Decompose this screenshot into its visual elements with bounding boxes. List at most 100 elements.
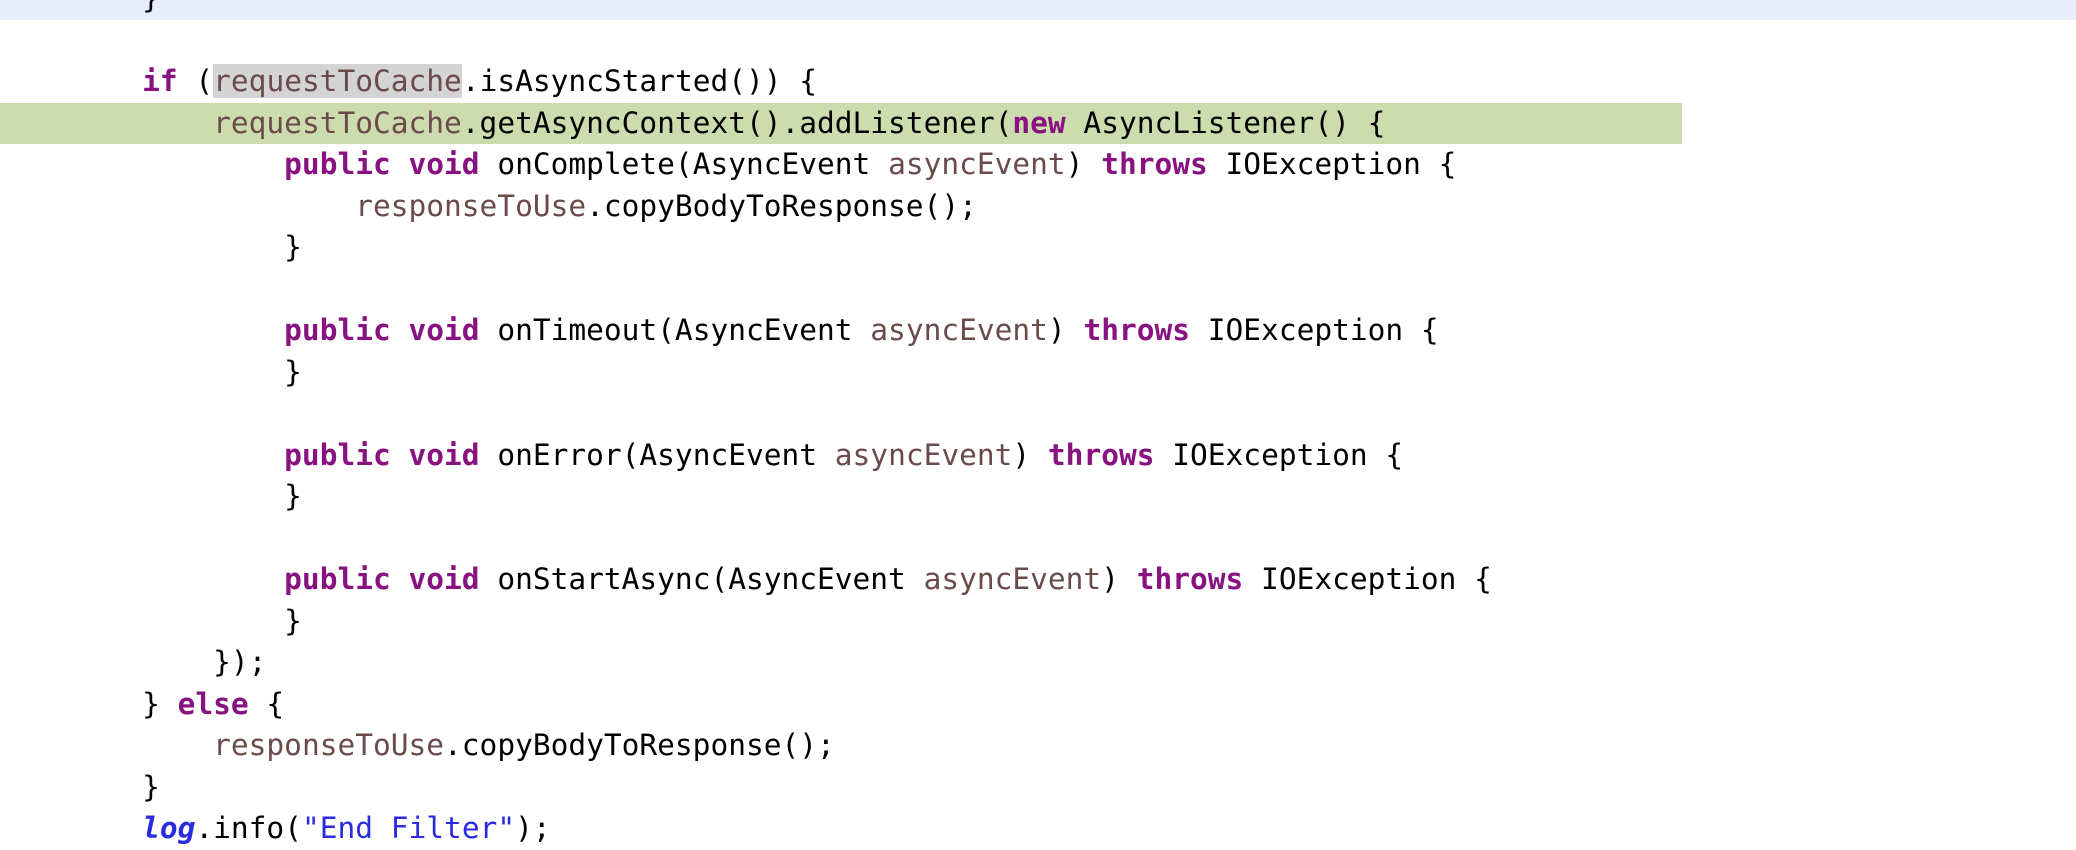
code-line-content: public void onError(AsyncEvent asyncEven…: [0, 438, 1403, 472]
code-token-identifier: asyncEvent: [888, 147, 1066, 181]
code-token-plain: }: [142, 0, 160, 15]
code-token-keyword: throws: [1101, 147, 1208, 181]
code-token-keyword: public: [284, 437, 391, 472]
code-token-plain: }: [284, 354, 302, 389]
code-line[interactable]: public void onError(AsyncEvent asyncEven…: [0, 435, 2076, 477]
code-line[interactable]: } else {: [0, 684, 2076, 726]
code-line-content: }: [0, 604, 302, 638]
code-token-keyword: throws: [1047, 437, 1155, 472]
code-token-plain: .copyBodyToResponse();: [444, 728, 835, 762]
code-token-keyword: void: [408, 147, 480, 181]
code-editor-viewport[interactable]: } if (requestToCache.isAsyncStarted()) {…: [0, 0, 2076, 845]
code-token-plain: }: [284, 603, 302, 638]
code-token-plain: });: [213, 645, 267, 679]
code-token-plain: onTimeout(AsyncEvent: [479, 313, 871, 347]
code-line-caret-highlighted[interactable]: requestToCache.getAsyncContext().addList…: [0, 102, 2076, 144]
code-token-plain: (: [177, 64, 214, 98]
code-line[interactable]: }: [0, 476, 2076, 518]
code-token-keyword: throws: [1083, 313, 1191, 347]
code-token-keyword: new: [1012, 105, 1066, 140]
code-token-keyword: public: [284, 313, 391, 347]
code-token-keyword: void: [408, 562, 480, 596]
code-line[interactable]: [0, 20, 2076, 62]
code-token-string-literal: "End Filter": [301, 811, 516, 845]
code-line[interactable]: public void onComplete(AsyncEvent asyncE…: [0, 144, 2076, 186]
code-line-content: }: [0, 770, 160, 804]
code-token-plain: IOException {: [1190, 313, 1439, 347]
code-line[interactable]: }: [0, 227, 2076, 269]
code-line[interactable]: });: [0, 642, 2076, 684]
code-line[interactable]: public void onTimeout(AsyncEvent asyncEv…: [0, 310, 2076, 352]
code-line[interactable]: responseToUse.copyBodyToResponse();: [0, 725, 2076, 767]
code-token-plain: .isAsyncStarted()) {: [461, 64, 818, 98]
code-token-plain: AsyncListener() {: [1065, 105, 1386, 140]
code-line-content: requestToCache.getAsyncContext().addList…: [0, 106, 1385, 140]
code-line[interactable]: public void onStartAsync(AsyncEvent asyn…: [0, 559, 2076, 601]
code-line[interactable]: }: [0, 601, 2076, 643]
code-line-content: public void onComplete(AsyncEvent asyncE…: [0, 147, 1456, 181]
code-token-identifier: asyncEvent: [834, 437, 1013, 472]
code-token-plain: onError(AsyncEvent: [479, 437, 835, 472]
code-token-plain: }: [284, 479, 302, 513]
code-line[interactable]: log.info("End Filter");: [0, 808, 2076, 850]
code-token-plain: IOException {: [1243, 562, 1492, 596]
code-line[interactable]: [0, 393, 2076, 435]
code-token-plain: .getAsyncContext().addListener(: [461, 105, 1013, 140]
code-token-keyword: if: [142, 64, 178, 98]
code-token-plain: onStartAsync(AsyncEvent: [479, 562, 924, 596]
code-token-plain: {: [248, 686, 285, 721]
code-token-plain: .copyBodyToResponse();: [586, 188, 977, 223]
code-token-identifier: asyncEvent: [923, 562, 1102, 596]
code-token-plain: ): [1065, 147, 1102, 181]
code-line-content: if (requestToCache.isAsyncStarted()) {: [0, 64, 817, 98]
code-token-plain: ): [1101, 562, 1137, 596]
code-token-identifier: responseToUse: [213, 728, 445, 762]
code-token-plain: }: [284, 230, 302, 264]
code-line[interactable]: if (requestToCache.isAsyncStarted()) {: [0, 61, 2076, 103]
code-token-static-field: log: [142, 811, 196, 845]
code-token-plain: }: [142, 686, 178, 721]
code-line-content: }: [0, 355, 302, 389]
code-line-content: responseToUse.copyBodyToResponse();: [0, 728, 835, 762]
code-token-plain: IOException {: [1207, 147, 1457, 181]
code-token-identifier: requestToCache: [213, 105, 462, 140]
code-line-content: }: [0, 479, 302, 513]
code-line-highlighted-secondary[interactable]: }: [0, 0, 2076, 20]
code-token-keyword: else: [177, 686, 249, 721]
code-line-content: }: [0, 230, 302, 264]
code-token-plain: .info(: [195, 811, 302, 845]
code-line[interactable]: }: [0, 767, 2076, 809]
code-line-content: public void onStartAsync(AsyncEvent asyn…: [0, 562, 1492, 596]
code-line-content: responseToUse.copyBodyToResponse();: [0, 189, 977, 223]
code-token-identifier: responseToUse: [355, 188, 587, 223]
code-line[interactable]: [0, 269, 2076, 311]
code-line[interactable]: responseToUse.copyBodyToResponse();: [0, 186, 2076, 228]
code-line-content: public void onTimeout(AsyncEvent asyncEv…: [0, 313, 1439, 347]
code-token-plain: onComplete(AsyncEvent: [479, 147, 889, 181]
code-token-plain: IOException {: [1154, 437, 1404, 472]
code-token-identifier: asyncEvent: [870, 313, 1048, 347]
code-line[interactable]: [0, 518, 2076, 560]
code-line[interactable]: }: [0, 352, 2076, 394]
code-line-content: });: [0, 645, 266, 679]
code-token-plain: ): [1047, 313, 1084, 347]
code-token-plain: }: [142, 769, 160, 804]
